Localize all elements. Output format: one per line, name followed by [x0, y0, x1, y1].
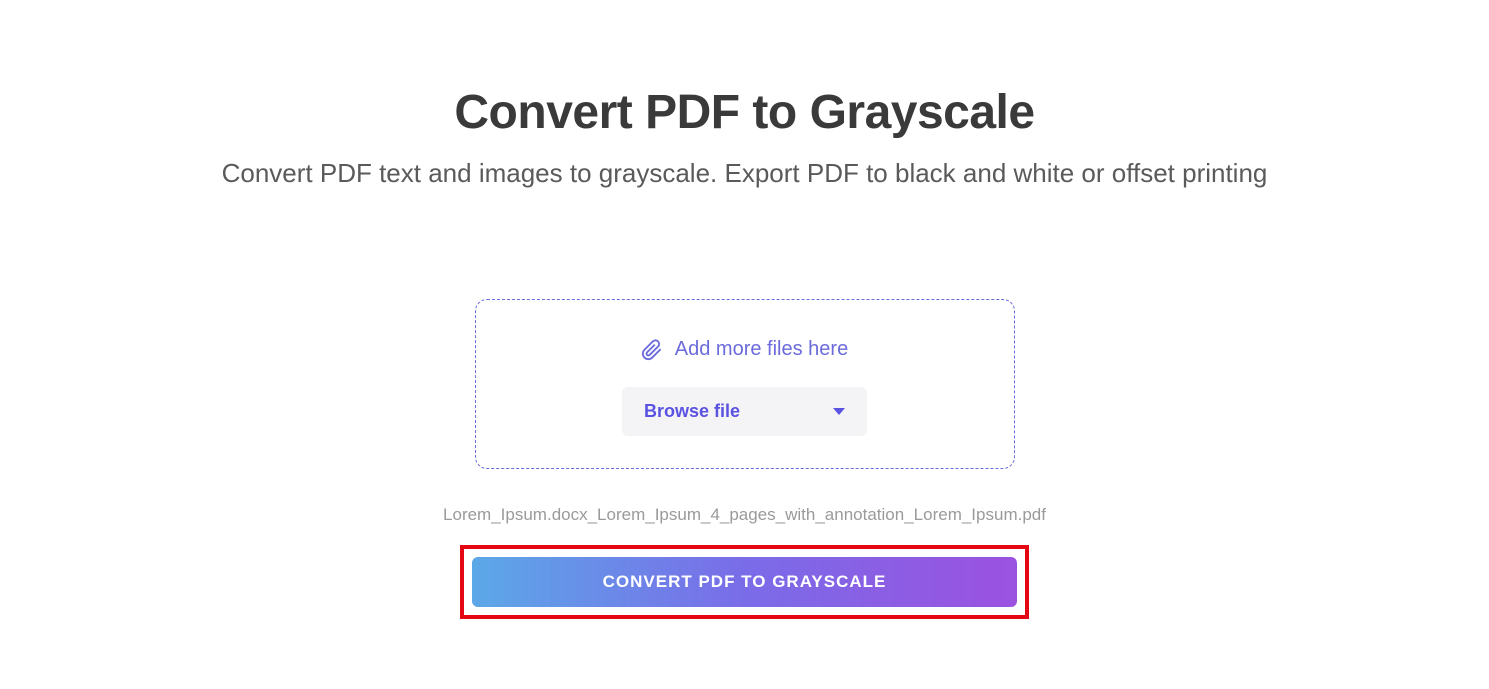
convert-highlight-box: CONVERT PDF TO GRAYSCALE	[460, 545, 1029, 619]
dropzone-hint: Add more files here	[641, 338, 848, 361]
dropzone-hint-text: Add more files here	[675, 338, 848, 361]
convert-button-label: CONVERT PDF TO GRAYSCALE	[603, 572, 887, 592]
browse-file-label: Browse file	[644, 401, 740, 422]
browse-file-button[interactable]: Browse file	[622, 387, 867, 436]
page-subtitle: Convert PDF text and images to grayscale…	[222, 158, 1268, 189]
page-title: Convert PDF to Grayscale	[454, 85, 1034, 140]
caret-down-icon	[833, 408, 845, 415]
file-dropzone[interactable]: Add more files here Browse file	[475, 299, 1015, 469]
convert-button[interactable]: CONVERT PDF TO GRAYSCALE	[472, 557, 1017, 607]
paperclip-icon	[641, 339, 663, 361]
uploaded-filename: Lorem_Ipsum.docx_Lorem_Ipsum_4_pages_wit…	[443, 505, 1046, 525]
